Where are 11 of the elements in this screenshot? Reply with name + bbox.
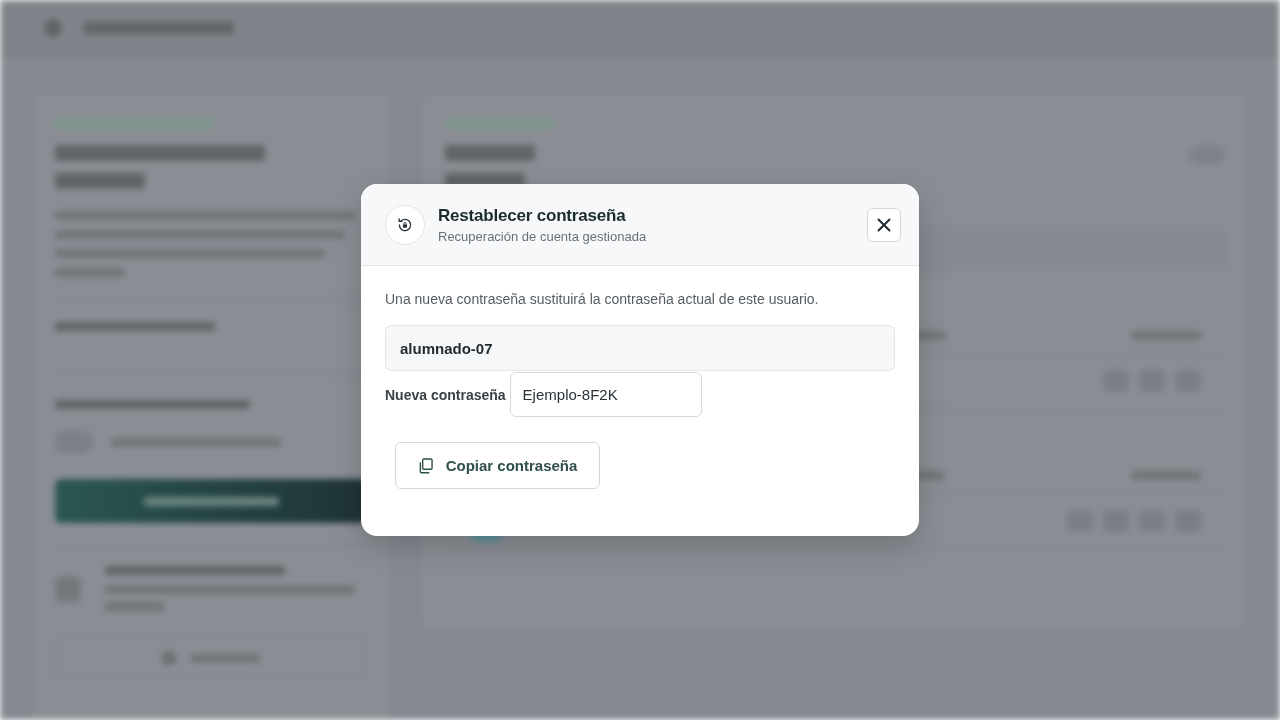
- close-button[interactable]: [867, 207, 901, 242]
- dialog-subtitle: Recuperación de cuenta gestionada: [438, 228, 648, 245]
- copy-icon: [417, 457, 433, 474]
- dialog-description: Una nueva contraseña sustituirá la contraseña actual de este usuario.: [385, 290, 820, 309]
- close-icon: [877, 217, 891, 232]
- password-label: Nueva contraseña: [385, 386, 506, 403]
- password-input[interactable]: Ejemplo-8F2K: [509, 372, 702, 417]
- copy-password-button[interactable]: Copiar contraseña: [395, 442, 600, 489]
- username-display: alumnado-07: [385, 325, 895, 371]
- circular-arrow-lock-icon: [385, 204, 425, 245]
- dialog-title: Restablecer contraseña: [438, 204, 627, 226]
